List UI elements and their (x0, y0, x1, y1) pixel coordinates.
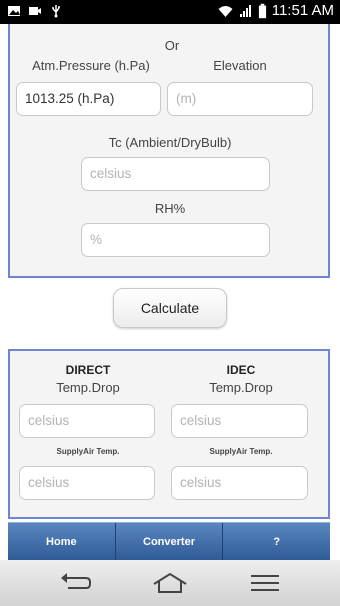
bottom-tab-bar: Home Converter ? (8, 522, 330, 560)
signal-icon (239, 4, 251, 17)
direct-supply-air-input[interactable]: celsius (19, 466, 155, 500)
menu-button[interactable] (245, 568, 285, 598)
idec-title: IDEC (226, 363, 256, 377)
tab-converter[interactable]: Converter (116, 523, 224, 560)
input-panel: Or Atm.Pressure (h.Pa) Elevation 1013.25… (8, 24, 330, 278)
battery-icon (258, 3, 266, 18)
idec-subtitle: Temp.Drop (209, 380, 273, 395)
home-icon (153, 572, 187, 593)
elevation-input[interactable]: (m) (167, 82, 313, 116)
video-icon (29, 7, 41, 15)
tab-help[interactable]: ? (223, 523, 330, 560)
wifi-icon (218, 5, 233, 17)
status-bar: 11:51 AM (0, 0, 340, 24)
back-icon (61, 573, 91, 589)
or-label: Or (164, 38, 180, 53)
direct-title: DIRECT (65, 363, 111, 377)
menu-icon (251, 575, 279, 591)
status-bar-right: 11:51 AM (217, 2, 334, 19)
pressure-input[interactable]: 1013.25 (h.Pa) (16, 82, 161, 116)
direct-subtitle: Temp.Drop (56, 380, 120, 395)
navigation-bar (0, 560, 340, 606)
calculate-button[interactable]: Calculate (113, 288, 227, 328)
back-button[interactable] (55, 568, 95, 598)
tab-home[interactable]: Home (8, 523, 116, 560)
temperature-input[interactable]: celsius (81, 157, 270, 191)
status-time: 11:51 AM (271, 2, 334, 19)
home-button[interactable] (150, 568, 190, 598)
rh-label: RH% (154, 201, 186, 216)
temperature-label: Tc (Ambient/DryBulb) (108, 135, 232, 150)
results-panel: DIRECT Temp.Drop IDEC Temp.Drop celsius … (8, 349, 330, 519)
idec-supply-air-input[interactable]: celsius (171, 466, 308, 500)
idec-temp-drop-input[interactable]: celsius (171, 404, 308, 438)
direct-temp-drop-input[interactable]: celsius (19, 404, 155, 438)
pressure-label: Atm.Pressure (h.Pa) (32, 58, 150, 73)
idec-supply-air-label: SupplyAir Temp. (209, 447, 273, 456)
rh-input[interactable]: % (81, 223, 270, 257)
elevation-label: Elevation (213, 58, 267, 73)
direct-supply-air-label: SupplyAir Temp. (56, 447, 120, 456)
image-icon (8, 6, 20, 16)
usb-icon (52, 5, 60, 18)
status-bar-left (7, 4, 63, 18)
